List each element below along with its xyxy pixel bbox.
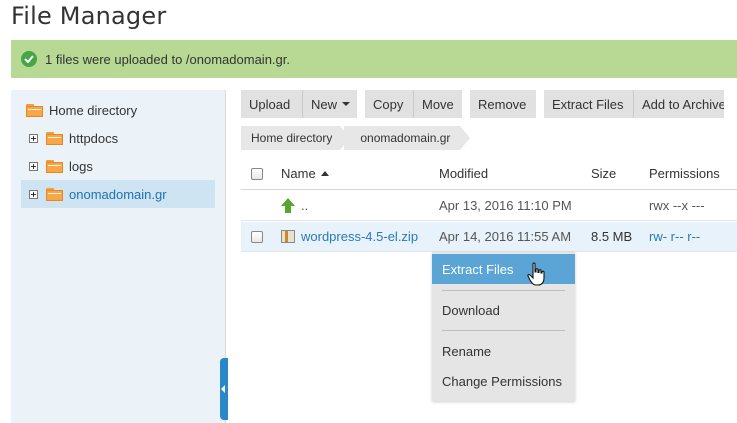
- tree-item-logs[interactable]: logs: [29, 156, 93, 176]
- upload-button[interactable]: Upload: [241, 90, 302, 118]
- menu-item-change-permissions[interactable]: Change Permissions: [432, 366, 575, 396]
- column-header-modified[interactable]: Modified: [439, 158, 488, 189]
- alert-message: 1 files were uploaded to /onomadomain.gr…: [45, 51, 290, 67]
- copy-button[interactable]: Copy: [365, 90, 413, 118]
- checkmark-icon: [21, 51, 37, 67]
- file-name[interactable]: ..: [301, 191, 308, 220]
- menu-item-rename[interactable]: Rename: [432, 336, 575, 366]
- new-button-label: New: [311, 96, 338, 112]
- menu-item-extract-files[interactable]: Extract Files: [432, 254, 575, 284]
- file-permissions[interactable]: rw- r-- r--: [649, 222, 700, 251]
- select-all-checkbox[interactable]: [251, 167, 263, 180]
- menu-divider: [442, 290, 565, 291]
- folder-icon: [46, 131, 63, 145]
- folder-icon: [46, 159, 63, 173]
- add-to-archive-button[interactable]: Add to Archive: [634, 90, 724, 118]
- tree-item-label: httpdocs: [69, 130, 119, 146]
- tree-item-httpdocs[interactable]: httpdocs: [29, 128, 118, 148]
- file-name[interactable]: wordpress-4.5-el.zip: [301, 229, 418, 244]
- chevron-down-icon: [342, 102, 351, 106]
- table-row[interactable]: wordpress-4.5-el.zip Apr 14, 2016 11:55 …: [241, 222, 737, 252]
- toolbar: Upload New Copy Move Remove Extract File…: [241, 90, 724, 118]
- move-button[interactable]: Move: [414, 90, 462, 118]
- file-modified: Apr 13, 2016 11:10 PM: [439, 198, 572, 213]
- tree-item-label: onomadomain.gr: [69, 186, 167, 202]
- column-header-name[interactable]: Name: [281, 158, 329, 189]
- file-table-header: Name Modified Size Permissions: [241, 158, 737, 190]
- page-title: File Manager: [11, 2, 167, 30]
- table-row[interactable]: .. Apr 13, 2016 11:10 PM rwx --x ---: [241, 191, 737, 221]
- breadcrumb-onomadomain[interactable]: onomadomain.gr: [344, 126, 471, 150]
- extract-files-button[interactable]: Extract Files: [544, 90, 633, 118]
- breadcrumb: Home directory onomadomain.gr: [241, 126, 471, 150]
- file-size: 8.5 MB: [591, 229, 633, 244]
- column-header-name-label: Name: [281, 166, 316, 181]
- sort-ascending-icon: [320, 171, 329, 176]
- expand-icon[interactable]: [29, 161, 38, 171]
- context-menu: Extract Files Download Rename Change Per…: [432, 252, 575, 401]
- column-header-permissions[interactable]: Permissions: [649, 158, 720, 189]
- parent-directory-icon: [281, 197, 295, 214]
- tree-item-label: Home directory: [49, 102, 138, 118]
- hand-pointer-icon: [527, 262, 545, 286]
- tree-item-home-directory[interactable]: Home directory: [26, 100, 137, 120]
- expand-icon[interactable]: [29, 133, 38, 143]
- column-header-size[interactable]: Size: [591, 158, 616, 189]
- menu-divider: [442, 330, 565, 331]
- tree-item-label: logs: [69, 158, 93, 174]
- remove-button[interactable]: Remove: [470, 90, 536, 118]
- menu-item-download[interactable]: Download: [432, 295, 575, 325]
- upload-success-alert: 1 files were uploaded to /onomadomain.gr…: [11, 40, 737, 78]
- breadcrumb-home[interactable]: Home directory: [241, 126, 351, 150]
- row-checkbox[interactable]: [251, 230, 263, 243]
- sidebar-collapse-handle[interactable]: [220, 358, 228, 420]
- folder-icon: [46, 187, 63, 201]
- new-button[interactable]: New: [303, 90, 357, 118]
- folder-icon: [26, 103, 43, 117]
- zip-file-icon: [281, 230, 295, 243]
- file-permissions[interactable]: rwx --x ---: [649, 191, 705, 220]
- tree-item-onomadomain[interactable]: onomadomain.gr: [21, 180, 215, 208]
- file-modified: Apr 14, 2016 11:55 AM: [439, 229, 572, 244]
- expand-icon[interactable]: [29, 189, 38, 199]
